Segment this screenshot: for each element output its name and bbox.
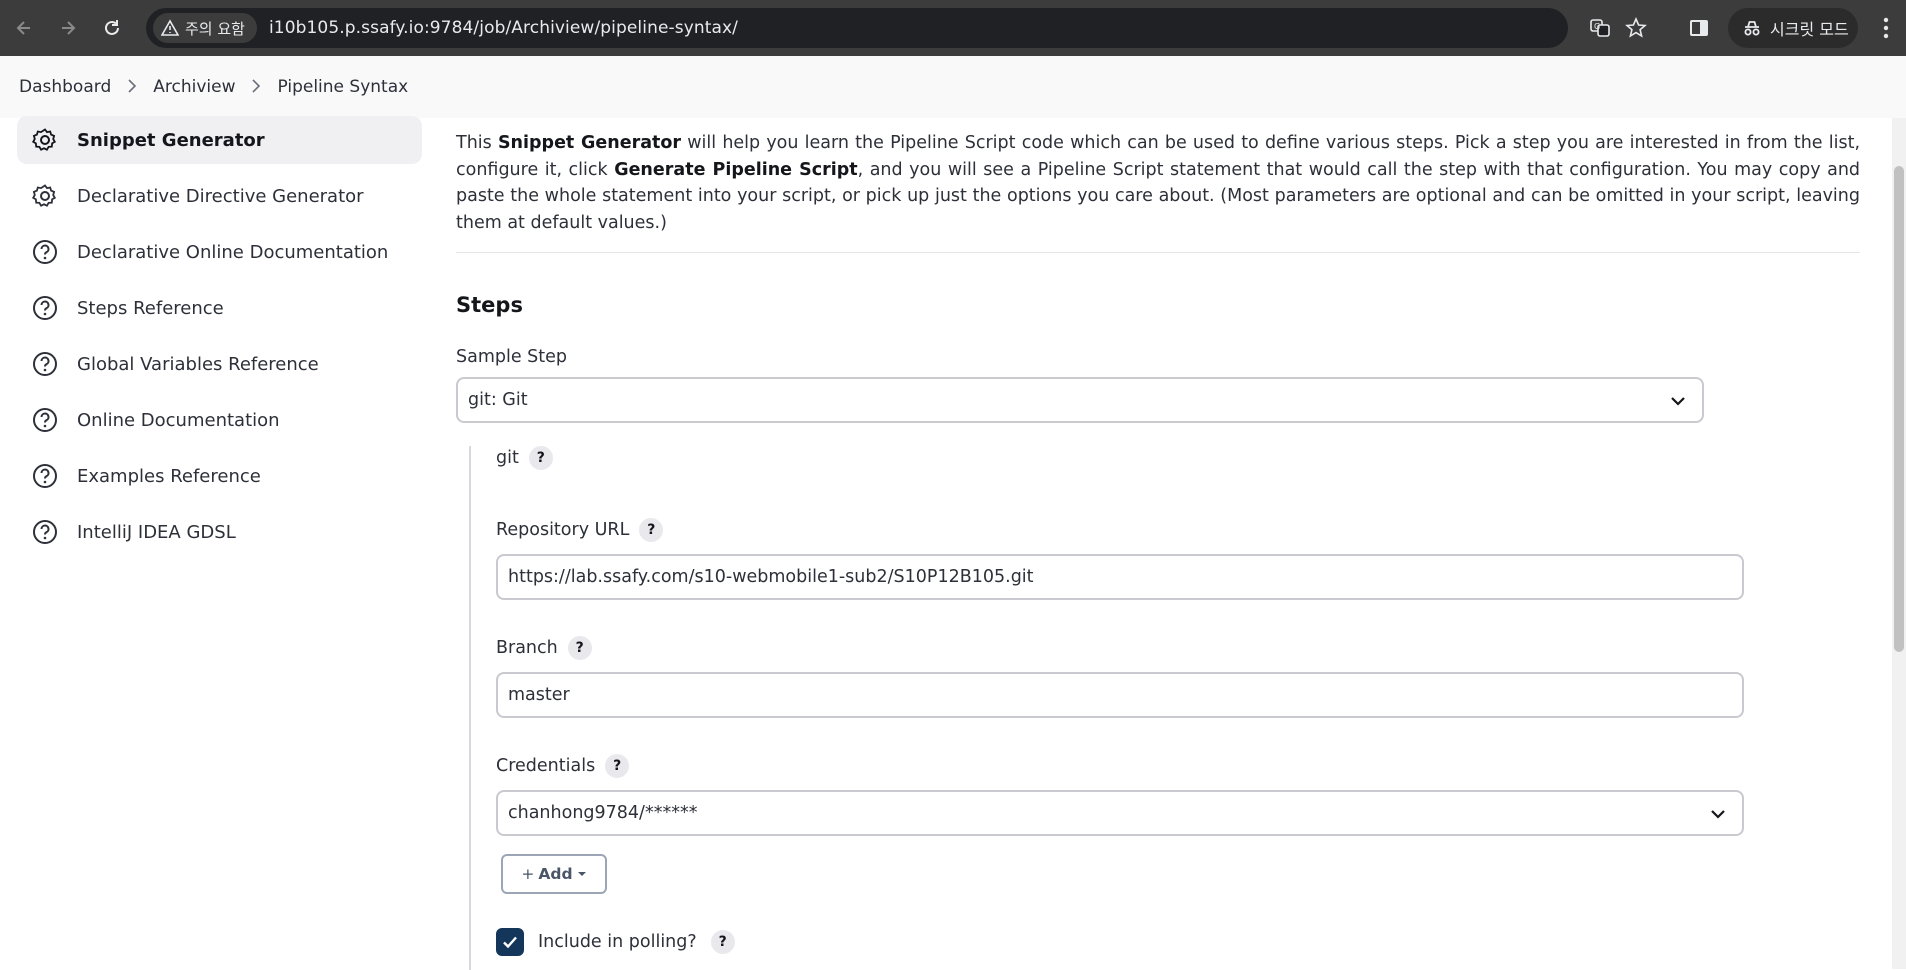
intro-paragraph: This Snippet Generator will help you lea… xyxy=(456,130,1860,253)
help-circle-icon xyxy=(31,294,59,322)
breadcrumb-dashboard[interactable]: Dashboard xyxy=(19,77,111,97)
incognito-indicator[interactable]: 시크릿 모드 xyxy=(1728,8,1858,48)
forward-button[interactable] xyxy=(48,8,88,48)
translate-icon: G xyxy=(1590,19,1610,37)
incognito-icon xyxy=(1744,21,1760,36)
chevron-right-icon xyxy=(127,77,137,98)
credentials-value: chanhong9784/****** xyxy=(508,803,698,823)
help-circle-icon xyxy=(31,350,59,378)
repository-url-input[interactable]: https://lab.ssafy.com/s10-webmobile1-sub… xyxy=(496,554,1744,600)
more-vertical-icon xyxy=(1883,17,1889,39)
sample-step-label: Sample Step xyxy=(456,347,1860,367)
sample-step-select[interactable]: git: Git xyxy=(456,377,1704,423)
sidebar: Snippet Generator Declarative Directive … xyxy=(17,116,422,564)
breadcrumb-pipeline-syntax[interactable]: Pipeline Syntax xyxy=(277,77,408,97)
help-circle-icon xyxy=(31,462,59,490)
include-polling-row: Include in polling? ? xyxy=(496,928,735,956)
help-icon[interactable]: ? xyxy=(710,930,735,954)
repository-url-value: https://lab.ssafy.com/s10-webmobile1-sub… xyxy=(508,567,1034,587)
breadcrumb-archiview[interactable]: Archiview xyxy=(153,77,235,97)
arrow-right-icon xyxy=(62,21,76,35)
repository-url-label-text: Repository URL xyxy=(496,520,630,540)
chevron-down-icon xyxy=(1671,397,1685,406)
side-panel-button[interactable] xyxy=(1685,14,1713,42)
sidebar-item-snippet-generator[interactable]: Snippet Generator xyxy=(17,116,422,164)
sample-step-label-text: Sample Step xyxy=(456,347,568,367)
sidebar-item-online-documentation[interactable]: Online Documentation xyxy=(17,396,422,444)
warning-icon xyxy=(161,19,179,36)
arrow-left-icon xyxy=(16,21,30,35)
help-icon[interactable]: ? xyxy=(528,446,553,470)
reload-button[interactable] xyxy=(92,8,132,48)
credentials-label: Credentials ? xyxy=(496,754,630,778)
include-polling-label: Include in polling? xyxy=(538,932,697,952)
branch-value: master xyxy=(508,685,570,705)
security-warning-chip[interactable]: 주의 요함 xyxy=(153,13,257,43)
sidebar-item-label: Global Variables Reference xyxy=(77,353,319,375)
sidebar-item-label: Examples Reference xyxy=(77,465,261,487)
credentials-select[interactable]: chanhong9784/****** xyxy=(496,790,1744,836)
incognito-label: 시크릿 모드 xyxy=(1770,20,1849,39)
credentials-label-text: Credentials xyxy=(496,756,596,776)
include-polling-checkbox[interactable] xyxy=(496,928,524,956)
url-text[interactable]: i10b105.p.ssafy.io:9784/job/Archiview/pi… xyxy=(269,18,738,38)
browser-menu-button[interactable] xyxy=(1872,12,1900,44)
back-button[interactable] xyxy=(4,8,44,48)
caret-down-icon xyxy=(577,872,586,876)
branch-label: Branch ? xyxy=(496,636,592,660)
sidebar-item-label: Snippet Generator xyxy=(77,129,265,151)
help-icon[interactable]: ? xyxy=(567,636,592,660)
git-label-text: git xyxy=(496,448,519,468)
git-step-config: git ? Repository URL ? https://lab.ssafy… xyxy=(469,446,1859,970)
browser-toolbar: 주의 요함 i10b105.p.ssafy.io:9784/job/Archiv… xyxy=(0,0,1906,56)
page-scrollbar[interactable] xyxy=(1892,118,1906,969)
intro-bold-snippet-generator: Snippet Generator xyxy=(497,133,682,153)
sidebar-item-label: Steps Reference xyxy=(77,297,224,319)
sidebar-item-global-variables-reference[interactable]: Global Variables Reference xyxy=(17,340,422,388)
help-icon[interactable]: ? xyxy=(605,754,630,778)
scrollbar-thumb[interactable] xyxy=(1894,166,1904,652)
sidebar-item-label: IntelliJ IDEA GDSL xyxy=(77,521,236,543)
add-credentials-button[interactable]: + Add xyxy=(501,854,607,894)
breadcrumb: Dashboard Archiview Pipeline Syntax xyxy=(0,56,1906,118)
help-circle-icon xyxy=(31,518,59,546)
branch-input[interactable]: master xyxy=(496,672,1744,718)
intro-text: This xyxy=(456,133,498,153)
chevron-down-icon xyxy=(1711,810,1725,819)
help-circle-icon xyxy=(31,238,59,266)
main-content: This Snippet Generator will help you lea… xyxy=(456,118,1860,423)
git-label: git ? xyxy=(496,446,553,470)
branch-label-text: Branch xyxy=(496,638,558,658)
sidebar-item-examples-reference[interactable]: Examples Reference xyxy=(17,452,422,500)
intro-bold-generate-pipeline-script: Generate Pipeline Script xyxy=(614,159,858,180)
sidebar-item-label: Declarative Online Documentation xyxy=(77,241,389,263)
sidebar-item-declarative-online-documentation[interactable]: Declarative Online Documentation xyxy=(17,228,422,276)
add-button-label: Add xyxy=(538,865,573,883)
gear-icon xyxy=(31,182,59,210)
gear-icon xyxy=(31,126,59,154)
star-icon xyxy=(1625,17,1647,38)
repository-url-label: Repository URL ? xyxy=(496,518,664,542)
sidebar-item-label: Online Documentation xyxy=(77,409,280,431)
help-circle-icon xyxy=(31,406,59,434)
translate-button[interactable]: G xyxy=(1586,14,1614,42)
sample-step-value: git: Git xyxy=(468,390,528,410)
chevron-right-icon xyxy=(251,77,261,98)
help-icon[interactable]: ? xyxy=(639,518,664,542)
sidebar-item-declarative-directive-generator[interactable]: Declarative Directive Generator xyxy=(17,172,422,220)
steps-heading: Steps xyxy=(456,293,523,317)
address-bar[interactable]: 주의 요함 i10b105.p.ssafy.io:9784/job/Archiv… xyxy=(146,8,1647,48)
side-panel-icon xyxy=(1690,20,1708,36)
svg-text:G: G xyxy=(1594,22,1600,31)
bookmark-button[interactable] xyxy=(1622,14,1650,42)
sidebar-item-intellij-idea-gdsl[interactable]: IntelliJ IDEA GDSL xyxy=(17,508,422,556)
reload-icon xyxy=(105,20,119,35)
sidebar-item-steps-reference[interactable]: Steps Reference xyxy=(17,284,422,332)
check-icon xyxy=(503,936,517,949)
sidebar-item-label: Declarative Directive Generator xyxy=(77,185,364,207)
plus-icon: + xyxy=(521,865,535,883)
security-chip-label: 주의 요함 xyxy=(185,19,245,38)
